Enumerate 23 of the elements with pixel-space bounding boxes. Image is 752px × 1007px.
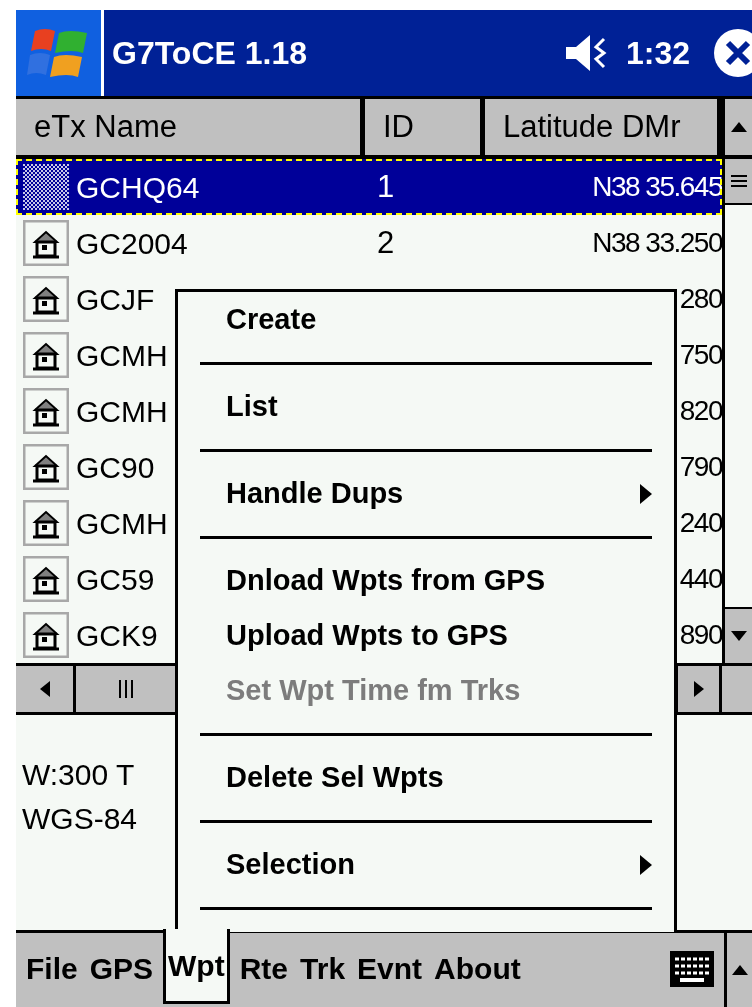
info-text: W:300 T xyxy=(22,757,135,793)
table-cell-text: GCMH xyxy=(76,393,168,430)
table-cell-text: GC90 xyxy=(76,449,155,486)
table-cell-text: N38 33.250 xyxy=(592,226,722,260)
table-cell-text: GCHQ64 xyxy=(76,169,200,206)
table-cell-text: GC2004 xyxy=(76,225,188,262)
window-title: G7ToCE 1.18 xyxy=(112,34,308,73)
table-cell-text: GCJF xyxy=(76,281,155,318)
table-cell-text: GCMH xyxy=(76,505,168,542)
table-cell-text: 240 xyxy=(679,506,722,540)
table-cell-text: GCMH xyxy=(76,337,168,374)
info-text: WGS-84 xyxy=(22,801,138,837)
table-cell-text: N38 35.645 xyxy=(592,170,722,204)
table-cell-text: 750 xyxy=(679,338,722,372)
table-cell-text: 790 xyxy=(679,450,722,484)
table-cell-text: 280 xyxy=(679,282,722,316)
table-cell-text: 890 xyxy=(679,618,722,652)
table-cell-text: 440 xyxy=(679,562,722,596)
table-cell-text: 2 xyxy=(377,223,395,262)
table-cell-text: GCK9 xyxy=(76,617,158,654)
table-cell-text: 1 xyxy=(377,167,395,206)
table-cell-text: 820 xyxy=(679,394,722,428)
table-cell-text: GC59 xyxy=(76,561,155,598)
